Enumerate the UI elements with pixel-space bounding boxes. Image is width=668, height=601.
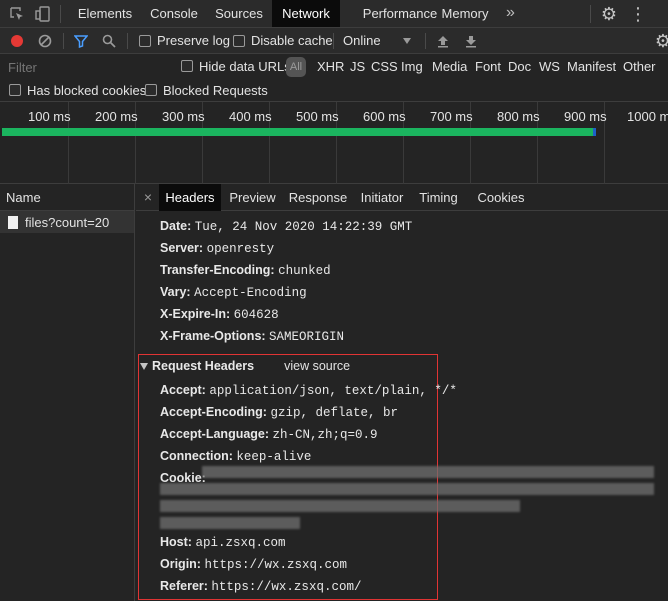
filter-type-css[interactable]: CSS	[371, 59, 398, 74]
request-header-row: Referer: https://wx.zsxq.com/	[160, 579, 362, 594]
tab-network[interactable]: Network	[272, 0, 340, 27]
timeline-tick: 1000 ms	[627, 109, 668, 124]
disable-cache-checkbox[interactable]	[233, 35, 245, 47]
response-header-row: X-Expire-In: 604628	[160, 307, 279, 322]
timeline-tick: 700 ms	[430, 109, 473, 124]
filter-icon[interactable]	[73, 33, 89, 49]
network-settings-gear-icon[interactable]: ⚙	[652, 30, 668, 52]
response-header-row: Transfer-Encoding: chunked	[160, 263, 331, 278]
blocked-requests-label[interactable]: Blocked Requests	[163, 83, 268, 98]
details-tab-bar: × Headers Preview Response Initiator Tim…	[136, 184, 668, 211]
request-header-row: Accept: application/json, text/plain, */…	[160, 383, 457, 398]
filter-type-img[interactable]: Img	[401, 59, 423, 74]
device-toolbar-icon[interactable]	[34, 5, 52, 23]
request-row[interactable]: files?count=20	[0, 211, 134, 233]
tab-headers[interactable]: Headers	[159, 184, 221, 211]
more-tabs-button[interactable]: »	[506, 0, 515, 27]
timeline-tick: 600 ms	[363, 109, 406, 124]
timeline-tick: 100 ms	[28, 109, 71, 124]
filter-type-ws[interactable]: WS	[539, 59, 560, 74]
timeline-tick: 400 ms	[229, 109, 272, 124]
filter-input[interactable]	[2, 57, 170, 77]
has-blocked-cookies-checkbox[interactable]	[9, 84, 21, 96]
network-toolbar: Preserve log Disable cache Online ⚙	[0, 28, 668, 54]
tab-memory[interactable]: Memory	[436, 0, 494, 27]
timeline-tick: 500 ms	[296, 109, 339, 124]
timeline-tick: 900 ms	[564, 109, 607, 124]
request-header-row: Host: api.zsxq.com	[160, 535, 286, 550]
tab-preview[interactable]: Preview	[225, 184, 280, 211]
tab-console[interactable]: Console	[142, 0, 206, 27]
hide-data-urls-label[interactable]: Hide data URLs	[199, 59, 291, 74]
tab-elements[interactable]: Elements	[70, 0, 140, 27]
timeline-tick: 800 ms	[497, 109, 540, 124]
filter-type-font[interactable]: Font	[475, 59, 501, 74]
response-header-row: X-Frame-Options: SAMEORIGIN	[160, 329, 345, 344]
throttling-select[interactable]: Online	[343, 33, 381, 48]
blocked-filter-bar: Has blocked cookies Blocked Requests	[0, 80, 668, 102]
filter-type-media[interactable]: Media	[432, 59, 467, 74]
preserve-log-checkbox[interactable]	[139, 35, 151, 47]
filter-type-manifest[interactable]: Manifest	[567, 59, 616, 74]
request-timing-bar	[2, 128, 596, 136]
request-list: Name files?count=20	[0, 184, 135, 601]
import-har-icon[interactable]	[435, 33, 451, 49]
export-har-icon[interactable]	[463, 33, 479, 49]
network-overview-timeline[interactable]: 100 ms 200 ms 300 ms 400 ms 500 ms 600 m…	[0, 102, 668, 184]
inspect-element-icon[interactable]	[8, 5, 26, 23]
disable-cache-label[interactable]: Disable cache	[251, 33, 333, 48]
has-blocked-cookies-label[interactable]: Has blocked cookies	[27, 83, 146, 98]
request-header-row: Accept-Language: zh-CN,zh;q=0.9	[160, 427, 378, 442]
filter-type-doc[interactable]: Doc	[508, 59, 531, 74]
request-headers-title: Request Headers	[152, 359, 255, 373]
close-details-icon[interactable]: ×	[140, 184, 156, 211]
tab-timing[interactable]: Timing	[416, 184, 461, 211]
request-headers-section-header[interactable]: Request Headers view source	[140, 359, 350, 373]
chevron-down-icon[interactable]	[400, 35, 414, 47]
request-header-row: Origin: https://wx.zsxq.com	[160, 557, 347, 572]
triangle-down-icon	[140, 362, 148, 370]
document-icon	[8, 215, 18, 229]
tab-response[interactable]: Response	[286, 184, 350, 211]
record-icon[interactable]	[9, 33, 25, 49]
request-header-row: Accept-Encoding: gzip, deflate, br	[160, 405, 398, 420]
filter-type-xhr[interactable]: XHR	[317, 59, 344, 74]
request-header-row: Connection: keep-alive	[160, 449, 312, 464]
hide-data-urls-checkbox[interactable]	[181, 60, 193, 72]
response-header-row: Date: Tue, 24 Nov 2020 14:22:39 GMT	[160, 219, 413, 234]
filter-type-js[interactable]: JS	[350, 59, 365, 74]
settings-gear-icon[interactable]: ⚙	[598, 3, 620, 25]
filter-bar: Hide data URLs XHR JS CSS Img Media Font…	[0, 54, 668, 80]
request-name: files?count=20	[25, 214, 110, 230]
tab-initiator[interactable]: Initiator	[356, 184, 408, 211]
response-header-row: Vary: Accept-Encoding	[160, 285, 307, 300]
name-column-header[interactable]: Name	[0, 184, 134, 211]
request-details-panel: × Headers Preview Response Initiator Tim…	[136, 184, 668, 601]
timeline-tick: 200 ms	[95, 109, 138, 124]
timeline-tick: 300 ms	[162, 109, 205, 124]
response-header-row: Server: openresty	[160, 241, 275, 256]
view-source-link[interactable]: view source	[284, 359, 350, 373]
filter-type-other[interactable]: Other	[623, 59, 656, 74]
preserve-log-label[interactable]: Preserve log	[157, 33, 230, 48]
tab-cookies[interactable]: Cookies	[474, 184, 528, 211]
customize-menu-icon[interactable]: ⋮	[628, 3, 648, 25]
blocked-requests-checkbox[interactable]	[145, 84, 157, 96]
filter-type-all[interactable]: All	[286, 57, 306, 77]
clear-icon[interactable]	[37, 33, 53, 49]
tab-sources[interactable]: Sources	[208, 0, 270, 27]
search-icon[interactable]	[101, 33, 117, 49]
devtools-tab-bar: Elements Console Sources Network Perform…	[0, 0, 668, 28]
